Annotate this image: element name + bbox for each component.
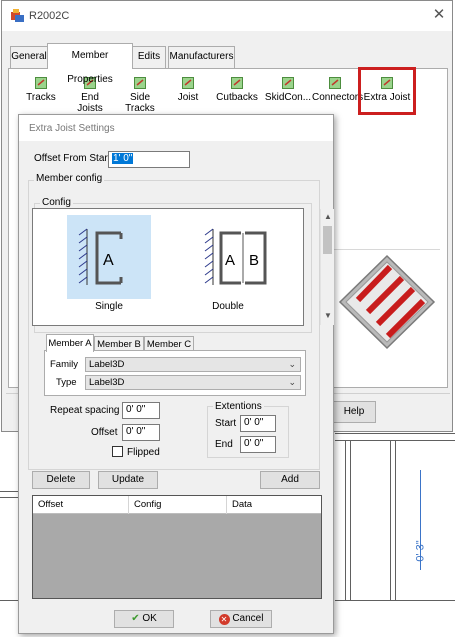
window-title: R2002C <box>29 10 70 22</box>
start-input[interactable]: 0' 0" <box>240 415 276 432</box>
tool-cutbacks[interactable]: Cutbacks <box>216 77 258 103</box>
add-button[interactable]: Add <box>260 471 320 489</box>
ok-button[interactable]: ✔ OK <box>114 610 174 628</box>
flipped-label: Flipped <box>127 447 160 458</box>
flipped-checkbox[interactable] <box>112 446 123 457</box>
drawing-line <box>390 440 391 600</box>
settings-icon <box>182 77 194 89</box>
tool-label: Joist <box>177 92 199 103</box>
offset-input[interactable]: 0' 0" <box>122 424 160 441</box>
tool-label: Connectors <box>312 92 364 103</box>
preview-area <box>334 249 440 353</box>
dimension-text: 0' 3" <box>414 540 427 562</box>
drawing-line <box>335 433 455 434</box>
type-label: Type <box>56 377 77 388</box>
config-label: Config <box>40 197 73 208</box>
settings-icon <box>134 77 146 89</box>
cancel-icon: ✕ <box>218 614 230 625</box>
tab-edits[interactable]: Edits <box>132 46 166 68</box>
repeat-spacing-label: Repeat spacing <box>50 405 120 416</box>
family-select[interactable]: Label3D ⌄ <box>85 357 301 372</box>
tool-connectors[interactable]: Connectors <box>312 77 363 103</box>
dialog-title: Extra Joist Settings <box>29 123 115 134</box>
scroll-up-icon[interactable]: ▲ <box>321 212 335 221</box>
end-label: End <box>215 439 233 450</box>
title-bar: R2002C ✕ <box>2 1 452 31</box>
settings-icon <box>231 77 243 89</box>
svg-text:B: B <box>249 252 259 269</box>
tool-joist[interactable]: Joist <box>172 77 204 103</box>
tab-manufacturers[interactable]: Manufacturers <box>168 46 235 68</box>
repeat-spacing-input[interactable]: 0' 0" <box>122 402 160 419</box>
config-single-option[interactable]: A <box>67 215 151 299</box>
drawing-line <box>345 440 346 600</box>
type-select[interactable]: Label3D ⌄ <box>85 375 301 390</box>
tool-skidcon[interactable]: SkidCon... <box>264 77 312 103</box>
family-label: Family <box>50 359 78 370</box>
app-icon <box>11 9 24 22</box>
config-double-option[interactable]: A B <box>193 215 289 299</box>
delete-button[interactable]: Delete <box>32 471 90 489</box>
column-header-config[interactable]: Config <box>129 496 227 514</box>
config-single-label: Single <box>95 301 123 312</box>
drawing-line <box>335 600 455 601</box>
dialog-title-bar: Extra Joist Settings <box>19 115 333 141</box>
tool-tracks[interactable]: Tracks <box>22 77 60 103</box>
drawing-line <box>395 440 396 600</box>
tool-label: Cutbacks <box>216 92 258 103</box>
grid-header: Offset Config Data <box>33 496 321 514</box>
cancel-button[interactable]: ✕ Cancel <box>210 610 272 628</box>
settings-icon <box>35 77 47 89</box>
scroll-thumb[interactable] <box>323 226 332 254</box>
check-icon: ✔ <box>131 613 140 624</box>
member-a-panel: Family Label3D ⌄ Type Label3D ⌄ <box>44 350 306 396</box>
svg-text:A: A <box>103 252 114 269</box>
close-icon[interactable]: ✕ <box>430 6 448 24</box>
end-input[interactable]: 0' 0" <box>240 436 276 453</box>
joist-grid[interactable]: Offset Config Data <box>32 495 322 599</box>
tab-member-a[interactable]: Member A <box>46 334 94 352</box>
tab-general[interactable]: General <box>10 46 48 68</box>
start-label: Start <box>215 418 237 429</box>
config-list[interactable]: A Single A B Double ▲ ▼ <box>32 208 334 326</box>
help-button[interactable]: Help <box>332 401 376 423</box>
highlight-box <box>358 67 416 115</box>
settings-icon <box>282 77 294 89</box>
single-config-icon: A <box>78 228 123 285</box>
tool-label: Tracks <box>26 92 56 103</box>
tool-label: Side Tracks <box>125 92 155 114</box>
offset-label: Offset <box>91 427 118 438</box>
chevron-down-icon: ⌄ <box>288 359 296 369</box>
config-scrollbar[interactable]: ▲ ▼ <box>320 209 334 325</box>
settings-icon <box>329 77 341 89</box>
double-config-icon: A B <box>204 228 267 285</box>
tab-member-properties[interactable]: Member Properties <box>47 43 133 85</box>
tool-label: SkidCon... <box>264 92 312 103</box>
scroll-down-icon[interactable]: ▼ <box>321 311 335 320</box>
offset-from-start-label: Offset From Start <box>34 153 111 164</box>
tool-side-tracks[interactable]: Side Tracks <box>124 77 156 114</box>
column-header-offset[interactable]: Offset <box>33 496 129 514</box>
config-double-label: Double <box>212 301 244 312</box>
tool-label: End Joists <box>77 92 103 114</box>
extentions-label: Extentions <box>213 401 264 412</box>
column-header-data[interactable]: Data <box>227 496 321 514</box>
offset-from-start-input[interactable]: 1' 0" <box>108 151 190 168</box>
drawing-line <box>350 440 351 600</box>
update-button[interactable]: Update <box>98 471 158 489</box>
joist-preview-image <box>338 254 436 350</box>
chevron-down-icon: ⌄ <box>288 377 296 387</box>
member-config-label: Member config <box>34 173 105 184</box>
svg-text:A: A <box>225 252 235 269</box>
